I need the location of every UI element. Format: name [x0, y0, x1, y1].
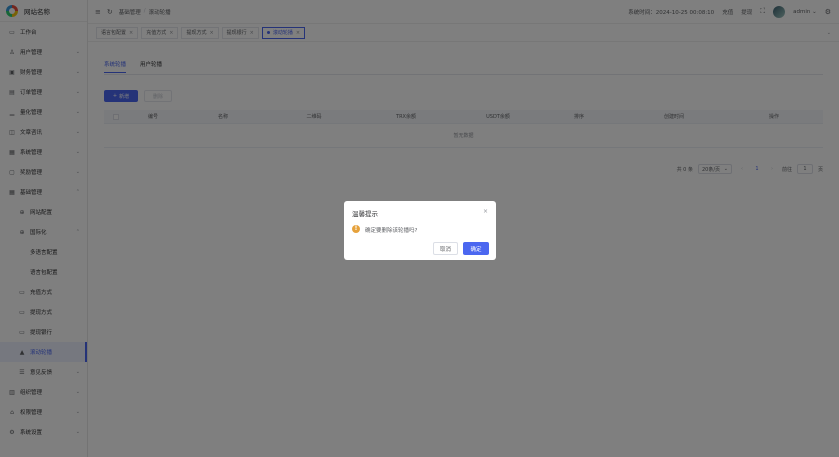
confirm-dialog: 温馨提示 × ! 确定要删除该轮播吗? 取消 确定 [344, 201, 496, 260]
confirm-button[interactable]: 确定 [463, 242, 489, 255]
dialog-message: 确定要删除该轮播吗? [365, 228, 418, 234]
dialog-title: 温馨提示 [352, 210, 378, 218]
cancel-button[interactable]: 取消 [433, 242, 458, 255]
close-icon[interactable]: × [483, 208, 488, 215]
warning-icon: ! [352, 225, 360, 233]
